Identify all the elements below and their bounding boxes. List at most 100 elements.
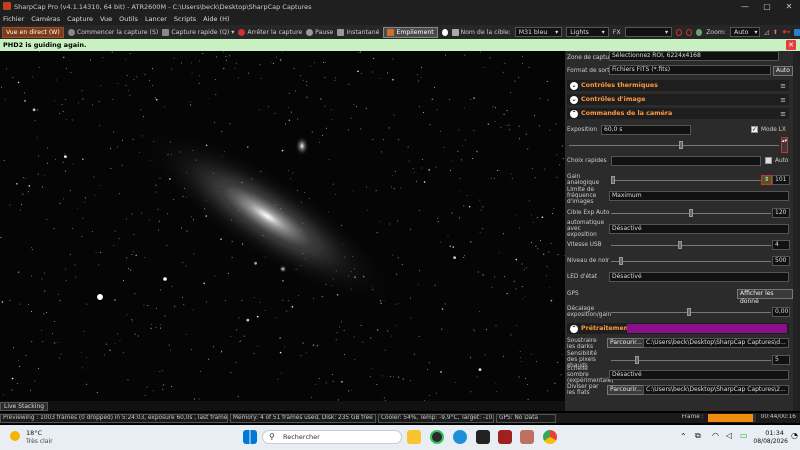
chevron-up-icon[interactable]: ⌃ bbox=[680, 432, 687, 441]
clock-date[interactable]: 08/08/2026 bbox=[752, 438, 788, 445]
fx-red-circle-icon[interactable] bbox=[676, 28, 683, 36]
auto-exp-target-value[interactable]: 120 bbox=[772, 208, 790, 218]
hot-pixel-value[interactable]: 5 bbox=[772, 355, 790, 365]
xbox-app-icon[interactable] bbox=[430, 430, 444, 444]
frame-limit-dropdown[interactable]: Maximum bbox=[609, 191, 789, 201]
chrome-browser-icon[interactable] bbox=[543, 430, 557, 444]
exposure-input[interactable]: 60,0 s bbox=[601, 125, 691, 135]
zoom-dropdown[interactable]: Auto ▾ bbox=[730, 27, 760, 37]
maximize-button[interactable]: ▢ bbox=[756, 0, 778, 13]
weather-desc[interactable]: Très clair bbox=[26, 438, 53, 445]
gain-stepper[interactable]: ⇕ bbox=[761, 175, 773, 185]
exposure-slider-thumb[interactable] bbox=[679, 141, 683, 149]
close-notification-button[interactable]: ✕ bbox=[786, 40, 796, 50]
arrow-up-icon[interactable]: ⬆ bbox=[773, 29, 778, 36]
gps-show-data-button[interactable]: Afficher les donné bbox=[737, 289, 793, 305]
menu-run[interactable]: Lancer bbox=[145, 15, 167, 23]
stacking-button[interactable]: Empilement bbox=[383, 26, 438, 38]
mode-lx-checkbox[interactable]: ✓ bbox=[751, 126, 758, 133]
star bbox=[230, 371, 232, 373]
volume-icon[interactable]: ◁ bbox=[726, 431, 732, 440]
quick-choice-dropdown[interactable] bbox=[611, 156, 761, 166]
battery-icon[interactable]: ▭ bbox=[740, 431, 748, 440]
pen-tool-icon[interactable] bbox=[794, 28, 800, 36]
dark-scale-dropdown[interactable]: Désactivé bbox=[609, 370, 789, 380]
frame-type-dropdown[interactable]: Lights ▾ bbox=[566, 27, 609, 37]
star bbox=[356, 106, 358, 108]
offset-value[interactable]: 0,00 bbox=[772, 307, 790, 317]
output-format-auto-button[interactable]: Auto bbox=[773, 66, 793, 76]
app-taskbar-icon[interactable] bbox=[520, 430, 534, 444]
taskbar-search-box[interactable]: ⚲ Rechercher bbox=[262, 430, 402, 444]
star bbox=[390, 335, 392, 337]
image-section-header[interactable]: ⌄ Contrôles d'image ≡ bbox=[567, 94, 789, 105]
thermal-section-header[interactable]: ⌄ Contrôles thermiques ≡ bbox=[567, 80, 789, 91]
fx-dropdown[interactable]: ▾ bbox=[624, 27, 673, 37]
gain-value[interactable]: 101 bbox=[772, 175, 790, 185]
snapshot-button[interactable]: Instantané bbox=[337, 28, 379, 36]
flats-path-dropdown[interactable]: C:\Users\beck\Desktop\SharpCap Captures\… bbox=[643, 385, 789, 395]
hot-pixel-thumb[interactable] bbox=[635, 356, 639, 364]
fx-red-circle-icon-2[interactable] bbox=[686, 28, 693, 36]
edge-browser-icon[interactable] bbox=[453, 430, 467, 444]
led-dropdown[interactable]: Désactivé bbox=[609, 272, 789, 282]
close-window-button[interactable]: ✕ bbox=[778, 0, 800, 13]
live-view-button[interactable]: Vue en direct (W) bbox=[2, 26, 64, 38]
stop-capture-button[interactable]: Arrêter la capture bbox=[238, 28, 302, 36]
menu-tools[interactable]: Outils bbox=[119, 15, 138, 23]
minimize-button[interactable]: — bbox=[734, 0, 756, 13]
menu-capture[interactable]: Capture bbox=[67, 15, 93, 23]
browse-flats-button[interactable]: Parcourir... bbox=[607, 385, 645, 395]
terminal-icon[interactable] bbox=[476, 430, 490, 444]
menu-scripts[interactable]: Scripts bbox=[174, 15, 196, 23]
exposure-step-buttons[interactable]: ▴▾ bbox=[781, 137, 788, 153]
dark-path-dropdown[interactable]: C:\Users\beck\Desktop\SharpCap Captures\… bbox=[643, 338, 789, 348]
image-viewport[interactable] bbox=[0, 51, 565, 401]
auto-with-exp-dropdown[interactable]: Désactivé bbox=[609, 224, 789, 234]
menu-help[interactable]: Aide (H) bbox=[203, 15, 229, 23]
quick-capture-button[interactable]: Capture rapide (Q) ▾ bbox=[162, 28, 234, 36]
offset-thumb[interactable] bbox=[687, 308, 691, 316]
menu-file[interactable]: Fichier bbox=[3, 15, 24, 23]
wifi-icon[interactable]: ◠ bbox=[712, 431, 719, 440]
offset-slider[interactable] bbox=[611, 312, 771, 313]
file-explorer-icon[interactable] bbox=[407, 430, 421, 444]
live-stacking-button[interactable]: Live Stacking bbox=[0, 402, 49, 411]
pause-button[interactable]: Pause bbox=[306, 28, 333, 36]
usb-speed-slider[interactable] bbox=[611, 245, 771, 246]
preprocessing-section-header[interactable]: ⌃ Prétraitement bbox=[567, 323, 789, 334]
camera-section-header[interactable]: ⌃ Commandes de la caméra ≡ bbox=[567, 108, 789, 119]
start-capture-button[interactable]: Commencer la capture (S) bbox=[67, 28, 158, 36]
windows-start-icon[interactable] bbox=[243, 430, 257, 444]
quick-choice-auto-checkbox[interactable] bbox=[765, 157, 772, 164]
weather-sun-icon[interactable] bbox=[10, 431, 20, 441]
exposure-slider[interactable] bbox=[569, 145, 779, 146]
usb-speed-thumb[interactable] bbox=[678, 241, 682, 249]
reticle-icon[interactable] bbox=[441, 28, 448, 36]
browse-dark-button[interactable]: Parcourir... bbox=[607, 338, 645, 348]
settings-red-icon[interactable]: ✹▾ bbox=[782, 29, 790, 36]
hamburger-menu-icon[interactable]: ≡ bbox=[780, 82, 786, 90]
gain-slider[interactable] bbox=[611, 180, 761, 181]
weather-temp[interactable]: 18°C bbox=[26, 429, 42, 437]
green-globe-icon[interactable] bbox=[696, 28, 703, 36]
sharpcap-taskbar-icon[interactable] bbox=[498, 430, 512, 444]
notification-bell-icon[interactable]: ◔ bbox=[791, 431, 798, 440]
black-level-thumb[interactable] bbox=[619, 257, 623, 265]
hamburger-menu-icon[interactable]: ≡ bbox=[780, 96, 786, 104]
clock-time[interactable]: 01:34 bbox=[756, 429, 784, 437]
network-icon[interactable]: ⧉ bbox=[695, 431, 701, 441]
menu-cameras[interactable]: Caméras bbox=[31, 15, 60, 23]
capture-area-dropdown[interactable]: Sélectionnez ROI, 6224x4168 bbox=[609, 51, 779, 61]
histogram-icon[interactable]: ◿ bbox=[764, 29, 769, 36]
gain-slider-thumb[interactable] bbox=[611, 176, 615, 184]
panel-scrollbar[interactable] bbox=[793, 51, 800, 411]
menu-view[interactable]: Vue bbox=[100, 15, 112, 23]
output-format-dropdown[interactable]: Fichiers FITS (*.fits) bbox=[609, 65, 771, 75]
usb-speed-value[interactable]: 4 bbox=[772, 240, 790, 250]
auto-exp-target-thumb[interactable] bbox=[689, 209, 693, 217]
hamburger-menu-icon[interactable]: ≡ bbox=[780, 110, 786, 118]
black-level-slider[interactable] bbox=[611, 261, 771, 262]
black-level-value[interactable]: 500 bbox=[772, 256, 790, 266]
target-name-dropdown[interactable]: M31 bleu ▾ bbox=[514, 27, 563, 37]
